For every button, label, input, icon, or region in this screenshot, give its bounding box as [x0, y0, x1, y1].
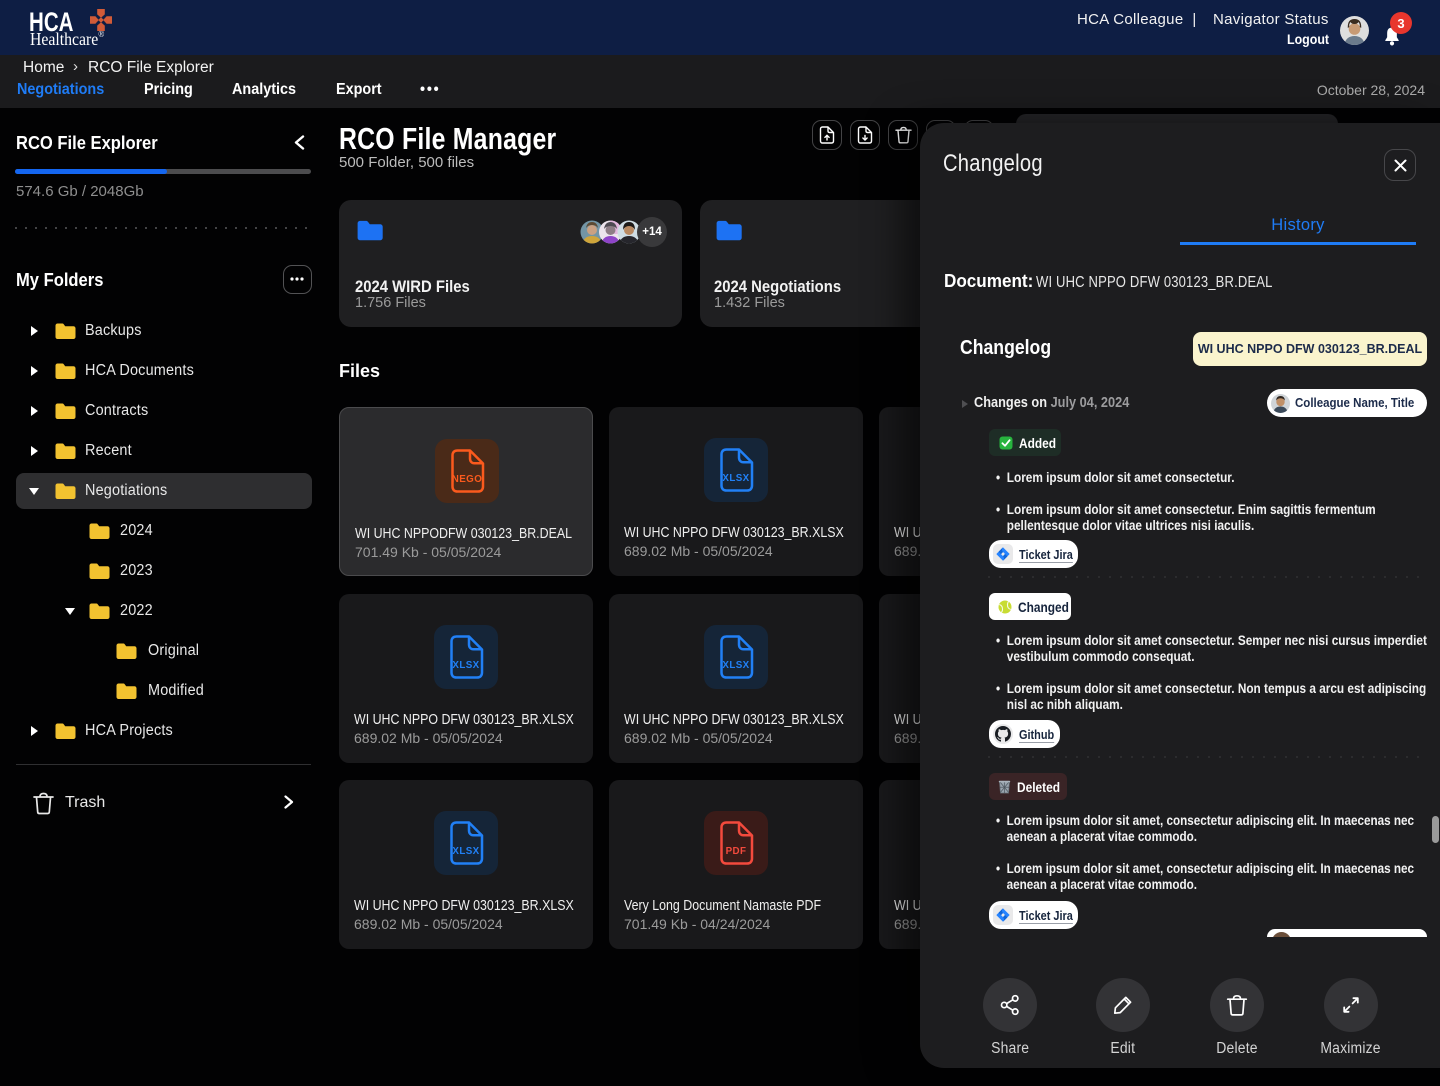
- svg-text:XLSX: XLSX: [722, 660, 749, 671]
- svg-text:PDF: PDF: [726, 846, 747, 857]
- svg-text:XLSX: XLSX: [452, 846, 479, 857]
- svg-text:XLSX: XLSX: [722, 473, 749, 484]
- svg-text:XLSX: XLSX: [452, 660, 479, 671]
- svg-text:NEGO: NEGO: [452, 474, 482, 485]
